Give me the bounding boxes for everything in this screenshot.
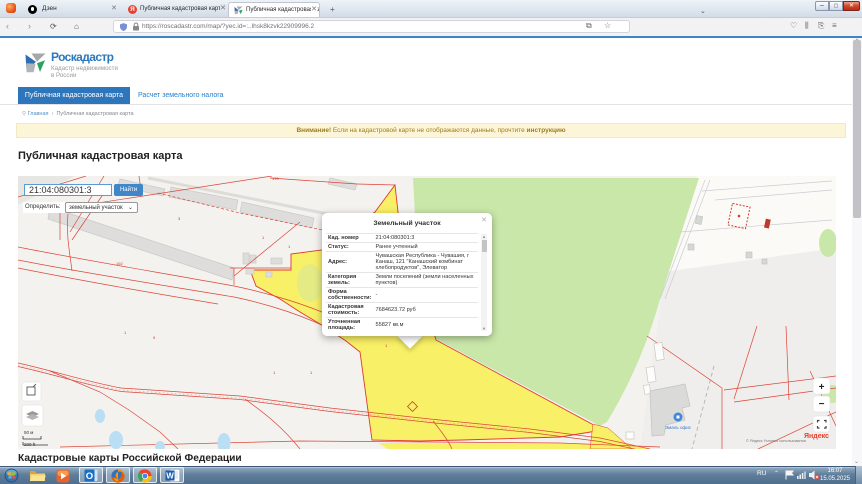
- svg-text:O: O: [86, 471, 93, 482]
- svg-text:−: −: [819, 399, 825, 410]
- svg-text:192: 192: [116, 261, 123, 266]
- svg-text:© Яндекс Условия использовани: © Яндекс Условия использования: [746, 439, 806, 443]
- svg-text:Эмаль офис: Эмаль офис: [665, 425, 692, 430]
- svg-text:50 м: 50 м: [24, 430, 33, 435]
- svg-text:200 ft: 200 ft: [24, 442, 36, 447]
- svg-text:170: 170: [272, 176, 279, 181]
- svg-text:Яндекс: Яндекс: [804, 433, 829, 440]
- svg-text:+: +: [819, 382, 825, 393]
- svg-text:W: W: [166, 472, 174, 481]
